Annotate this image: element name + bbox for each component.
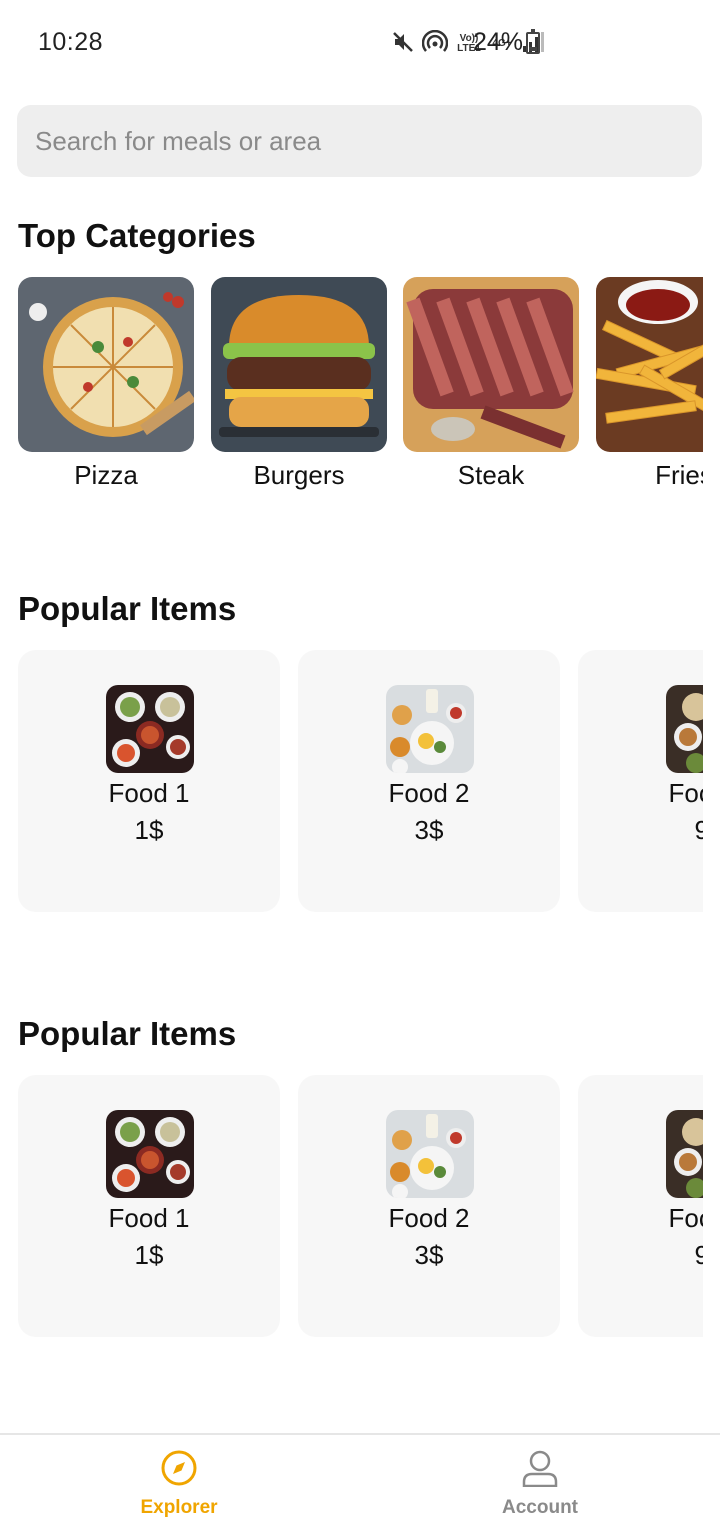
category-label: Pizza bbox=[74, 460, 138, 490]
item-price: 9$ bbox=[694, 815, 703, 845]
nav-item-explorer[interactable]: Explorer bbox=[79, 1435, 279, 1520]
nav-item-account[interactable]: Account bbox=[440, 1435, 640, 1520]
nav-label: Account bbox=[502, 1497, 578, 1518]
burger-image bbox=[211, 277, 387, 452]
category-label: Steak bbox=[457, 460, 525, 490]
item-name: Food 1 bbox=[108, 778, 190, 808]
nav-label: Explorer bbox=[140, 1497, 218, 1518]
food-2-image bbox=[386, 1110, 474, 1198]
category-burgers[interactable]: Burgers bbox=[211, 277, 387, 491]
category-label: Fries bbox=[655, 460, 703, 490]
search-input[interactable] bbox=[35, 105, 685, 177]
status-time: 10:28 bbox=[38, 28, 104, 56]
item-name: Food 1 bbox=[108, 1203, 190, 1233]
item-name: Food 2 bbox=[388, 778, 470, 808]
item-price: 3$ bbox=[414, 815, 444, 845]
food-3-image bbox=[666, 1110, 703, 1198]
item-card[interactable]: Food 1 1$ bbox=[18, 650, 280, 912]
item-card[interactable]: Food 3 9$ bbox=[578, 650, 703, 912]
food-3-image bbox=[666, 685, 703, 773]
item-price: 1$ bbox=[134, 815, 164, 845]
hotspot-icon bbox=[421, 29, 449, 59]
pizza-image bbox=[18, 277, 194, 452]
item-name: Food 2 bbox=[388, 1203, 470, 1233]
category-pizza[interactable]: Pizza bbox=[18, 277, 194, 491]
item-card[interactable]: Food 2 3$ bbox=[298, 1075, 560, 1337]
popular-items-row[interactable]: Food 1 1$ Food 2 3$ Food 3 9$ bbox=[0, 1075, 703, 1340]
battery-percent: 24% bbox=[473, 28, 524, 56]
compass-icon bbox=[161, 1449, 197, 1487]
fries-image bbox=[596, 277, 703, 452]
mute-icon bbox=[392, 30, 414, 59]
status-bar: 10:28 Vo)) LTE1 4G+ 24% bbox=[0, 0, 720, 86]
popular-items-row[interactable]: Food 1 1$ Food 2 3$ Food 3 9$ bbox=[0, 650, 703, 915]
item-name: Food 3 bbox=[668, 778, 703, 808]
food-2-image bbox=[386, 685, 474, 773]
item-price: 3$ bbox=[414, 1240, 444, 1270]
categories-title: Top Categories bbox=[18, 217, 256, 254]
item-card[interactable]: Food 2 3$ bbox=[298, 650, 560, 912]
user-icon bbox=[522, 1449, 558, 1488]
categories-row[interactable]: Pizza Burgers Steak Fries bbox=[0, 277, 703, 507]
item-name: Food 3 bbox=[668, 1203, 703, 1233]
popular-items-title: Popular Items bbox=[18, 590, 237, 627]
battery-icon bbox=[526, 29, 540, 54]
search-bar[interactable] bbox=[17, 105, 702, 177]
popular-items-title: Popular Items bbox=[18, 1015, 237, 1052]
item-price: 1$ bbox=[134, 1240, 164, 1270]
item-card[interactable]: Food 1 1$ bbox=[18, 1075, 280, 1337]
category-steak[interactable]: Steak bbox=[403, 277, 579, 491]
food-1-image bbox=[106, 1110, 194, 1198]
food-1-image bbox=[106, 685, 194, 773]
category-label: Burgers bbox=[253, 460, 345, 490]
item-card[interactable]: Food 3 9$ bbox=[578, 1075, 703, 1337]
category-fries[interactable]: Fries bbox=[596, 277, 703, 491]
steak-image bbox=[403, 277, 579, 452]
bottom-nav: Explorer Account bbox=[0, 1433, 720, 1520]
item-price: 9$ bbox=[694, 1240, 703, 1270]
